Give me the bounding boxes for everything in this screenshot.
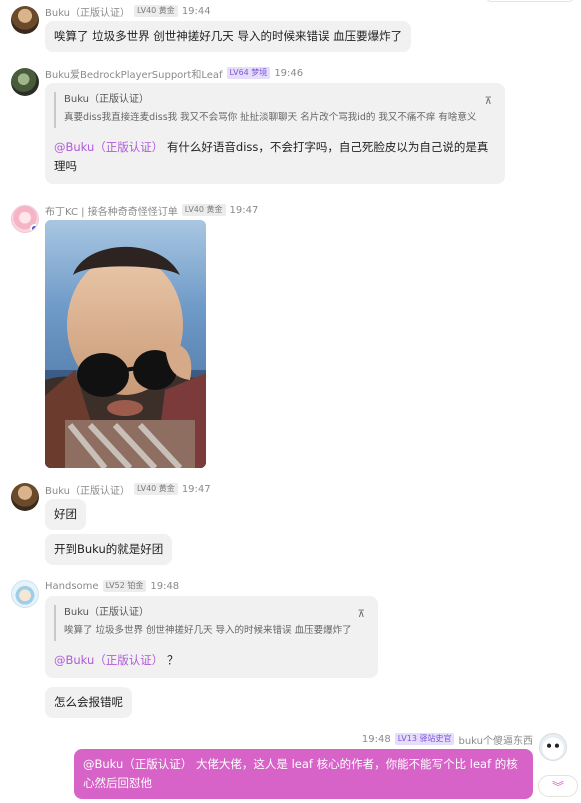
level-badge: LV40 黄金 xyxy=(134,5,178,17)
avatar[interactable] xyxy=(539,733,567,761)
message-text: 好团 xyxy=(54,507,77,521)
scroll-to-bottom-button[interactable]: ︾ xyxy=(538,775,578,797)
toolbar-fragment xyxy=(484,0,576,2)
avatar[interactable] xyxy=(11,483,39,511)
level-badge: LV13 驿站史官 xyxy=(394,733,455,745)
photo-of-man-with-sunglasses xyxy=(45,220,206,468)
message-bubble[interactable]: Buku（正版认证） 真要diss我直接连麦diss我 我又不会骂你 扯扯淡聊聊… xyxy=(45,83,505,184)
sender-name[interactable]: Handsome xyxy=(45,581,99,592)
message-text: 怎么会报错呢 xyxy=(54,695,123,709)
message-bubble[interactable]: 怎么会报错呢 xyxy=(45,687,132,718)
message-bubble[interactable]: Buku（正版认证） 唉算了 垃圾多世界 创世神搓好几天 导入的时候来错误 血压… xyxy=(45,596,378,678)
chat-message-list[interactable]: Buku（正版认证） LV40 黄金 19:44 唉算了 垃圾多世界 创世神搓好… xyxy=(0,0,581,803)
message-meta: Handsome LV52 铂金 19:48 xyxy=(45,579,179,593)
avatar[interactable] xyxy=(11,6,39,34)
message-meta: Buku（正版认证） LV40 黄金 19:44 xyxy=(45,4,211,19)
avatar[interactable] xyxy=(11,205,39,233)
level-badge: LV64 梦境 xyxy=(226,67,271,79)
timestamp: 19:48 xyxy=(150,580,180,592)
mention-link[interactable]: @Buku（正版认证） xyxy=(83,757,192,771)
message-text: 开到Buku的就是好团 xyxy=(54,542,164,556)
message-bubble[interactable]: 开到Buku的就是好团 xyxy=(45,534,173,565)
timestamp: 19:47 xyxy=(181,483,211,495)
quoted-text: 唉算了 垃圾多世界 创世神搓好几天 导入的时候来错误 血压要爆炸了 xyxy=(64,625,352,636)
image-attachment[interactable] xyxy=(45,220,206,468)
message-bubble[interactable]: 好团 xyxy=(45,499,86,530)
status-dot xyxy=(30,224,38,232)
sender-name[interactable]: 布丁KC | 接各种奇奇怪怪订单 xyxy=(45,203,178,218)
timestamp: 19:47 xyxy=(229,204,259,216)
sender-name[interactable]: Buku（正版认证） xyxy=(45,482,130,497)
quoted-sender: Buku（正版认证） xyxy=(64,607,150,618)
level-badge: LV52 铂金 xyxy=(102,580,147,592)
pin-top-icon[interactable]: ⊼ xyxy=(358,605,365,624)
avatar[interactable] xyxy=(11,68,39,96)
avatar[interactable] xyxy=(11,580,39,608)
message-bubble[interactable]: 唉算了 垃圾多世界 创世神搓好几天 导入的时候来错误 血压要爆炸了 xyxy=(45,21,412,52)
message-meta: Buku爱BedrockPlayerSupport和Leaf LV64 梦境 1… xyxy=(45,66,304,81)
sender-name[interactable]: buku个傻逼东西 xyxy=(458,732,533,747)
message-meta: Buku（正版认证） LV40 黄金 19:47 xyxy=(45,482,211,497)
pin-top-icon[interactable]: ⊼ xyxy=(485,92,492,111)
quoted-message[interactable]: Buku（正版认证） 真要diss我直接连麦diss我 我又不会骂你 扯扯淡聊聊… xyxy=(54,92,496,128)
mention-link[interactable]: @Buku（正版认证） xyxy=(54,140,163,154)
mention-link[interactable]: @Buku（正版认证） xyxy=(54,653,163,667)
level-badge: LV40 黄金 xyxy=(134,483,178,495)
quoted-message[interactable]: Buku（正版认证） 唉算了 垃圾多世界 创世神搓好几天 导入的时候来错误 血压… xyxy=(54,605,369,641)
message-text: 唉算了 垃圾多世界 创世神搓好几天 导入的时候来错误 血压要爆炸了 xyxy=(54,29,403,43)
sender-name[interactable]: Buku爱BedrockPlayerSupport和Leaf xyxy=(45,66,223,81)
message-bubble[interactable]: @Buku（正版认证） 大佬大佬，这人是 leaf 核心的作者，你能不能写个比 … xyxy=(74,749,533,799)
quoted-sender: Buku（正版认证） xyxy=(64,94,150,105)
timestamp: 19:48 xyxy=(361,733,391,745)
sender-name[interactable]: Buku（正版认证） xyxy=(45,4,130,19)
message-meta: 布丁KC | 接各种奇奇怪怪订单 LV40 黄金 19:47 xyxy=(45,203,259,218)
quoted-text: 真要diss我直接连麦diss我 我又不会骂你 扯扯淡聊聊天 名片改个骂我id的… xyxy=(64,112,477,123)
timestamp: 19:46 xyxy=(274,67,304,79)
double-chevron-down-icon: ︾ xyxy=(551,779,564,794)
level-badge: LV40 黄金 xyxy=(181,204,226,216)
timestamp: 19:44 xyxy=(181,5,211,17)
message-meta: 19:48 LV13 驿站史官 buku个傻逼东西 xyxy=(361,732,533,747)
message-text: ？ xyxy=(166,653,179,667)
